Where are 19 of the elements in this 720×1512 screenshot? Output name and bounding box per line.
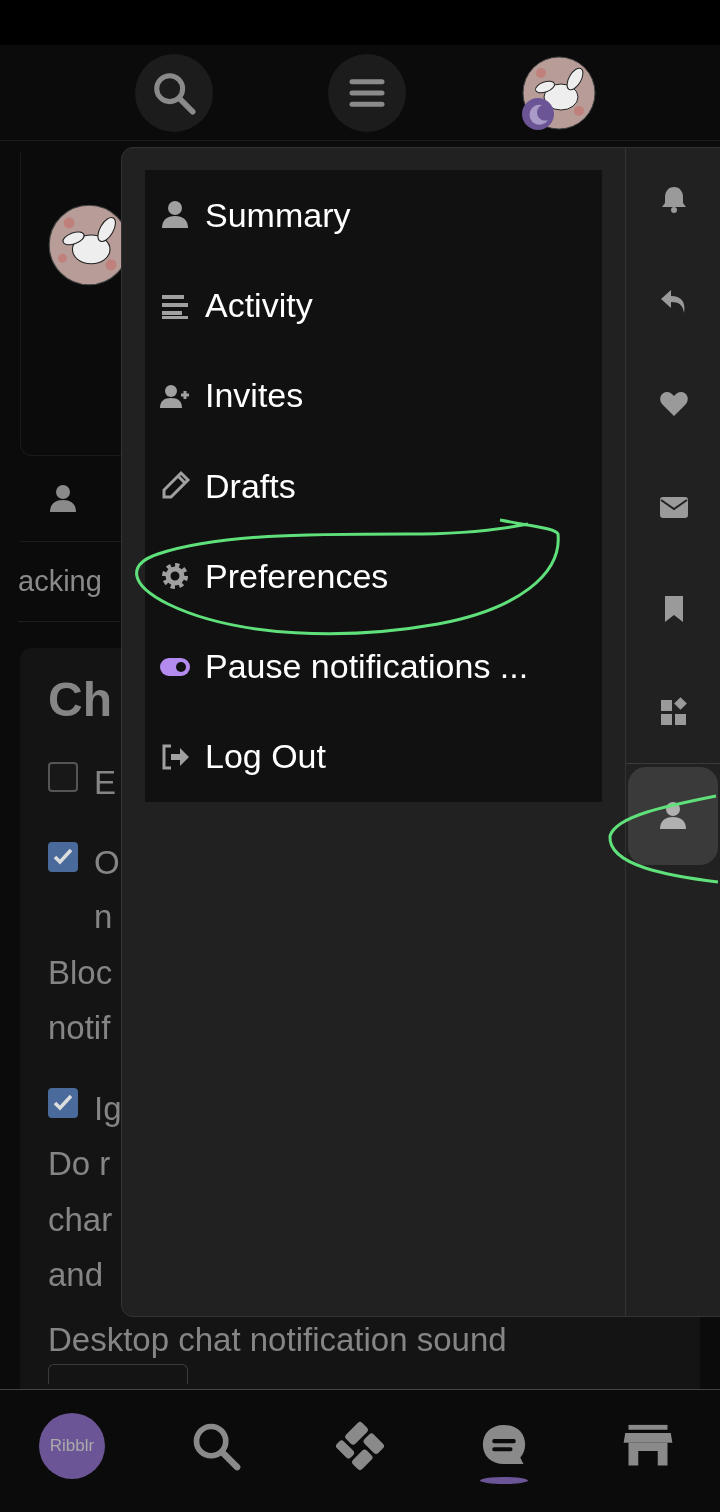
- option-description: and: [48, 1255, 105, 1295]
- sound-label: Desktop chat notification sound: [48, 1320, 508, 1361]
- option-description: Do r: [48, 1144, 112, 1185]
- option-label: Ig: [94, 1088, 122, 1129]
- menu-item[interactable]: Drafts: [145, 440, 602, 532]
- menu-item[interactable]: Invites: [145, 350, 602, 441]
- option-label: O: [94, 842, 120, 883]
- option-label: E: [94, 762, 116, 803]
- menu-item[interactable]: Summary: [145, 170, 602, 261]
- menu-item[interactable]: Pause notifications ...: [145, 621, 602, 712]
- option-description: char: [48, 1199, 114, 1240]
- menu-item[interactable]: Preferences: [145, 531, 602, 622]
- option-description: notif: [48, 1008, 112, 1049]
- tab-label[interactable]: acking: [18, 559, 102, 604]
- menu-item[interactable]: Activity: [145, 260, 602, 351]
- card-title: Ch: [48, 674, 112, 727]
- menu-item[interactable]: Log Out: [145, 711, 602, 803]
- option-label: n: [94, 897, 114, 938]
- option-description: Bloc: [48, 952, 114, 993]
